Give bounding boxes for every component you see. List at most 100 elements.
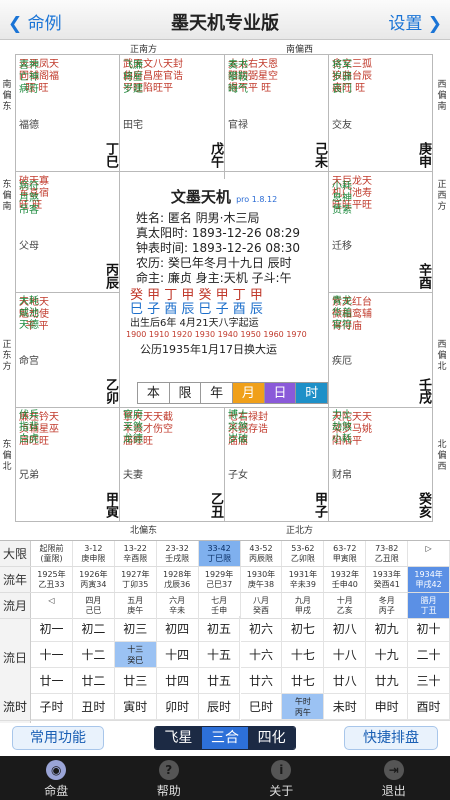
liuyue-cell[interactable]: 冬月 丙子	[366, 593, 409, 618]
quick-chart-button[interactable]: 快捷排盘	[344, 726, 438, 750]
day-cell[interactable]: 初五	[198, 616, 241, 642]
liunian-cell[interactable]: 1929年 己巳37	[199, 567, 241, 592]
day-cell[interactable]: 廿五	[198, 668, 241, 694]
day-cell[interactable]: 廿九	[366, 668, 409, 694]
liunian-cell[interactable]: 1930年 庚午38	[241, 567, 283, 592]
day-cell[interactable]: 二十	[408, 642, 450, 668]
dayun-cell[interactable]: 13-22 辛酉限	[115, 541, 157, 566]
dayun-cell[interactable]: 63-72 甲寅限	[324, 541, 367, 566]
dayun-cell[interactable]: 73-82 乙丑限	[366, 541, 409, 566]
day-cell[interactable]: 廿四	[156, 668, 199, 694]
day-cell[interactable]: 初一	[31, 616, 73, 642]
day-cell[interactable]: 初二	[72, 616, 115, 642]
liushi-cell[interactable]: 丑时	[72, 694, 115, 720]
liunian-cell[interactable]: 1932年 壬申40	[324, 567, 367, 592]
liushi-cell[interactable]: 寅时	[114, 694, 157, 720]
day-cell[interactable]: 十九	[366, 642, 409, 668]
day-cell[interactable]: 十六	[240, 642, 283, 668]
palace[interactable]: 七右禄封 杀弼存诰 庙庙 博士 灾煞 岁破 子女 甲子	[225, 408, 328, 521]
center-tab[interactable]: 年	[200, 382, 234, 404]
day-cell[interactable]: 十四	[156, 642, 199, 668]
day-cell[interactable]: 廿八	[324, 668, 367, 694]
tab-about[interactable]: i 关于	[225, 756, 338, 800]
liushi-cell[interactable]: 酉时	[408, 694, 450, 720]
day-cell[interactable]: 十二	[72, 642, 115, 668]
palace[interactable]: 天巨龙天 机门池寿 旺旺平旺 科 小耗 息神 贯索 迁移 辛酉	[329, 172, 432, 292]
mode-sihua[interactable]: 四化	[248, 727, 295, 749]
day-cell[interactable]: 廿二	[72, 668, 115, 694]
day-cell[interactable]: 十三 癸巳	[114, 642, 157, 668]
dayun-cell[interactable]: 43-52 丙辰限	[241, 541, 283, 566]
liunian-cell[interactable]: 1927年 丁卯35	[115, 567, 157, 592]
palace[interactable]: 天陀天天 梁罗马姚 陷陷平 力士 劫煞 小耗 财帛 癸亥	[329, 408, 432, 521]
day-cell[interactable]: 初六	[240, 616, 283, 642]
day-cell[interactable]: 初十	[408, 616, 450, 642]
day-grid: 初一 初二 初三 初四 初五 初六 初七 初八 初九 初十十一 十二 十三 癸巳 十四 十五 十六 十七 十八十…	[0, 616, 450, 720]
liushi-cell[interactable]: 辰时	[198, 694, 241, 720]
center-tab[interactable]: 日	[263, 382, 297, 404]
liushi-cell[interactable]: 巳时	[240, 694, 283, 720]
day-cell[interactable]: 廿三	[114, 668, 157, 694]
center-tab[interactable]: 本	[137, 382, 170, 404]
tab-exit[interactable]: ⇥ 退出	[338, 756, 450, 800]
liuyue-cell[interactable]: 腊月 丁丑	[408, 593, 450, 618]
day-cell[interactable]: 三十	[408, 668, 450, 694]
palace[interactable]: 太太右天恩 阳阴弼星空 得不平 旺 禄 奏书 攀鞍 晦气 官禄 己未	[225, 55, 328, 171]
settings-button[interactable]: 设置 ❯	[388, 9, 442, 34]
dayun-cell[interactable]: 起限前 (童限)	[31, 541, 73, 566]
day-cell[interactable]: 廿七	[282, 668, 325, 694]
liuyue-cell[interactable]: 十月 乙亥	[324, 593, 367, 618]
day-cell[interactable]: 初九	[366, 616, 409, 642]
center-tab[interactable]: 限	[168, 382, 202, 404]
day-cell[interactable]: 十一	[31, 642, 73, 668]
day-cell[interactable]: 十七	[282, 642, 325, 668]
day-cell[interactable]: 初三	[114, 616, 157, 642]
day-cell[interactable]: 十八	[324, 642, 367, 668]
liunian-cell[interactable]: 1933年 癸酉41	[366, 567, 409, 592]
center-tab[interactable]: 月	[232, 382, 265, 404]
liuyue-cell[interactable]: 五月 庚午	[115, 593, 157, 618]
day-cell[interactable]: 廿一	[31, 668, 73, 694]
dayun-cell[interactable]: ▷	[408, 541, 450, 566]
liushi-cell[interactable]: 子时	[31, 694, 73, 720]
dayun-cell[interactable]: 53-62 乙卯限	[282, 541, 325, 566]
palace[interactable]: 擎天天天截 羊贵才伤空 庙旺旺 官府 天煞 龙德 夫妻 乙丑	[120, 408, 224, 521]
liunian-cell[interactable]: 1926年 丙寅34	[73, 567, 115, 592]
palace[interactable]: 廉左钤天 贞辅星巫 庙旺旺 伏兵 指背 白虎 兄弟 甲寅	[16, 408, 119, 521]
palace[interactable]: 天天凤天 同钺阁福 旺 旺 权 喜神 亡神 病符 福德 丁巳	[16, 55, 119, 171]
liuyue-cell[interactable]: 九月 甲戌	[282, 593, 325, 618]
day-cell[interactable]: 十五	[198, 642, 241, 668]
dayun-cell[interactable]: 33-42 丁巳限	[198, 541, 241, 566]
liuyue-cell[interactable]: 八月 癸酉	[241, 593, 283, 618]
palace[interactable]: 武天文八天封 曲府昌座官诰 平旺陷旺平 飞廉 将星 岁建 田宅 戊午	[120, 55, 224, 171]
liushi-cell[interactable]: 卯时	[156, 694, 199, 720]
liuyue-cell[interactable]: ◁	[31, 593, 73, 618]
day-cell[interactable]: 初七	[282, 616, 325, 642]
palace[interactable]: 贪文三孤 狼曲台辰 庙旺 旺 忌 将军 岁驿 丧门 交友 庚申	[329, 55, 432, 171]
center-tab[interactable]: 时	[295, 382, 329, 404]
palace[interactable]: 天地天 魁劫使 平 平 大耗 咸池 天德 命宫 乙卯	[16, 293, 119, 407]
liunian-cell[interactable]: 1925年 乙丑33	[31, 567, 73, 592]
day-cell[interactable]: 初四	[156, 616, 199, 642]
common-functions-button[interactable]: 常用功能	[12, 726, 104, 750]
liushi-cell[interactable]: 午时 丙午	[282, 694, 325, 720]
liunian-cell[interactable]: 1934年 甲戌42	[408, 567, 450, 592]
palace[interactable]: 破天寡 军喜宿 旺 旺 禄 病符 月煞 吊客 父母 丙辰	[16, 172, 119, 292]
liuyue-cell[interactable]: 四月 己巳	[73, 593, 115, 618]
dayun-cell[interactable]: 23-32 壬戌限	[157, 541, 199, 566]
liuyue-cell[interactable]: 六月 辛未	[157, 593, 199, 618]
liushi-cell[interactable]: 未时	[324, 694, 367, 720]
liushi-cell[interactable]: 申时	[366, 694, 409, 720]
mode-feixing[interactable]: 飞星	[155, 727, 202, 749]
palace[interactable]: 紫天红台 微相鸾辅 得得庙 青龙 华盖 官符 疾厄 壬戌	[329, 293, 432, 407]
day-cell[interactable]: 廿六	[240, 668, 283, 694]
tab-help[interactable]: ? 帮助	[113, 756, 226, 800]
day-cell[interactable]: 初八	[324, 616, 367, 642]
mode-sanhe[interactable]: 三合	[201, 727, 249, 749]
liuyue-cell[interactable]: 七月 壬申	[199, 593, 241, 618]
dayun-cell[interactable]: 3-12 庚申限	[73, 541, 115, 566]
liunian-cell[interactable]: 1931年 辛未39	[282, 567, 325, 592]
palace-ganzhi: 戊午	[208, 142, 223, 168]
tab-mingpan[interactable]: ◉ 命盘	[0, 756, 113, 800]
liunian-cell[interactable]: 1928年 戊辰36	[157, 567, 199, 592]
